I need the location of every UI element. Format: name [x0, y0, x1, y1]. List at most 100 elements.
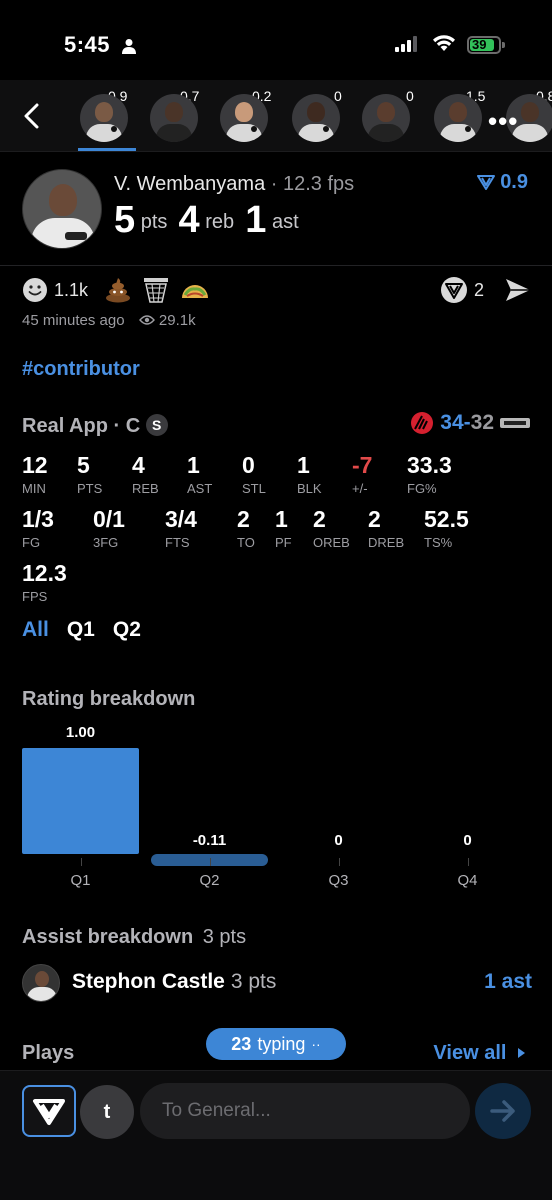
- back-chevron-icon[interactable]: [20, 102, 44, 130]
- hashtag-link[interactable]: #contributor: [22, 358, 140, 381]
- reaction-poop[interactable]: [104, 276, 132, 304]
- quarter-tabs: All Q1 Q2: [22, 618, 141, 642]
- smile-icon: [23, 278, 47, 302]
- stat-oreb: 2 OREB: [313, 506, 350, 550]
- assist-count: 1 ast: [484, 970, 532, 993]
- typing-count: 23: [231, 1033, 252, 1054]
- player-thumb-5[interactable]: [362, 94, 410, 142]
- arrow-right-icon: [490, 1100, 515, 1122]
- typing-indicator[interactable]: 23 typing ··: [206, 1028, 346, 1060]
- cellular-signal-icon: [395, 36, 417, 52]
- send-icon: [506, 279, 530, 301]
- reaction-smile[interactable]: 1.1k: [22, 276, 88, 304]
- player-thumb-6[interactable]: [434, 94, 482, 142]
- reaction-bar: 1.1k 2: [22, 276, 532, 306]
- player-strip-score: 0: [406, 88, 414, 104]
- send-message-button[interactable]: [475, 1083, 531, 1139]
- typing-dots: ··: [311, 1036, 321, 1052]
- typing-label: typing: [257, 1033, 306, 1054]
- stat-pf: 1 PF: [275, 506, 292, 550]
- assist-player-pts: 3 pts: [230, 970, 277, 993]
- chart-bar: [22, 748, 139, 854]
- box-score-title: Real App · C: [22, 415, 141, 437]
- player-thumb-3[interactable]: [220, 94, 268, 142]
- stat-fg: 1/3 FG: [22, 506, 54, 550]
- poop-emoji-icon: [106, 278, 130, 303]
- active-player-indicator: [78, 148, 136, 151]
- player-avatar[interactable]: [22, 169, 102, 249]
- chart-category-label: Q1: [70, 872, 91, 889]
- assist-row[interactable]: Stephon Castle 3 pts 1 ast: [22, 962, 532, 1002]
- game-score[interactable]: 34-32: [410, 411, 530, 435]
- player-thumb-4[interactable]: [292, 94, 340, 142]
- player-rating-value: 0.9: [500, 171, 528, 193]
- rebounds-label: reb: [205, 211, 235, 233]
- view-count: 29.1k: [158, 312, 196, 329]
- share-button[interactable]: [504, 276, 532, 304]
- player-thumb-1[interactable]: [80, 94, 128, 142]
- stat-ast: 1 AST: [187, 452, 213, 496]
- chart-value-label: 0: [463, 832, 472, 849]
- position-badge: S: [145, 414, 168, 436]
- tab-all[interactable]: All: [22, 618, 49, 642]
- user-avatar-button[interactable]: t: [80, 1085, 134, 1139]
- view-all-link[interactable]: View all: [433, 1042, 526, 1065]
- stat-min: 12 MIN: [22, 452, 48, 496]
- battery-icon: 39: [467, 36, 505, 54]
- chevron-right-icon: [518, 1048, 525, 1058]
- spurs-logo-icon: [500, 418, 530, 428]
- home-score: 34: [440, 411, 464, 434]
- assist-breakdown-title: Assist breakdown: [22, 926, 194, 948]
- player-name[interactable]: V. Wembanyama: [114, 173, 265, 195]
- stat-plus-minus: -7 +/-: [352, 452, 373, 496]
- comment-logo-icon: [441, 277, 467, 303]
- assists-value: 1: [245, 199, 267, 241]
- reaction-taco[interactable]: [180, 276, 210, 304]
- comment-count: 2: [474, 279, 485, 300]
- divider: [0, 265, 552, 266]
- post-meta: 45 minutes ago 29.1k: [22, 312, 196, 329]
- chart-value-label: -0.11: [192, 832, 227, 849]
- taco-icon: [182, 285, 208, 298]
- stat-to: 2 TO: [237, 506, 255, 550]
- rating-breakdown-title: Rating breakdown: [22, 688, 196, 710]
- stat-fps: 12.3 FPS: [22, 560, 67, 604]
- tab-q1[interactable]: Q1: [67, 618, 95, 642]
- comments-button[interactable]: 2: [440, 276, 484, 304]
- chart-tick: [209, 858, 211, 866]
- tab-q2[interactable]: Q2: [113, 618, 141, 642]
- eye-icon: [138, 315, 155, 325]
- points-value: 5: [114, 199, 136, 241]
- chart-tick: [467, 858, 469, 866]
- app-logo-icon: [33, 1099, 65, 1125]
- stat-reb: 4 REB: [132, 452, 159, 496]
- player-strip: 0.9 0.7 0.2 0 0 1.5 0.8 •••: [0, 80, 552, 152]
- more-icon[interactable]: •••: [488, 106, 518, 137]
- player-fps: 12.3 fps: [283, 173, 355, 195]
- assist-breakdown-pts: 3 pts: [202, 926, 247, 948]
- stat-fg-pct: 33.3 FG%: [407, 452, 452, 496]
- view-count-group: 29.1k: [138, 312, 196, 329]
- player-thumb-2[interactable]: [150, 94, 198, 142]
- composer-bar: t: [0, 1070, 552, 1200]
- smile-count: 1.1k: [54, 279, 89, 300]
- player-strip-score: 0: [334, 88, 342, 104]
- chart-tick: [338, 858, 340, 866]
- name-separator: ·: [270, 173, 278, 195]
- message-input[interactable]: [140, 1083, 470, 1139]
- assist-player-avatar: [22, 964, 60, 1002]
- stat-pts: 5 PTS: [77, 452, 103, 496]
- chart-value-label: 1.00: [65, 724, 96, 741]
- stat-fts: 3/4 FTS: [165, 506, 197, 550]
- rating-logo-icon: [476, 175, 495, 190]
- status-time: 5:45: [64, 32, 111, 57]
- chart-value-label: 0: [334, 832, 343, 849]
- app-logo-button[interactable]: [22, 1085, 76, 1137]
- plays-title: Plays: [22, 1042, 75, 1064]
- stat-stl: 0 STL: [242, 452, 266, 496]
- player-header: V. Wembanyama · 12.3 fps 5 pts 4 reb 1 a…: [0, 165, 552, 265]
- stat-dreb: 2 DREB: [368, 506, 405, 550]
- person-icon: [122, 39, 136, 54]
- reaction-hoop[interactable]: [142, 276, 170, 304]
- player-rating[interactable]: 0.9: [476, 171, 528, 194]
